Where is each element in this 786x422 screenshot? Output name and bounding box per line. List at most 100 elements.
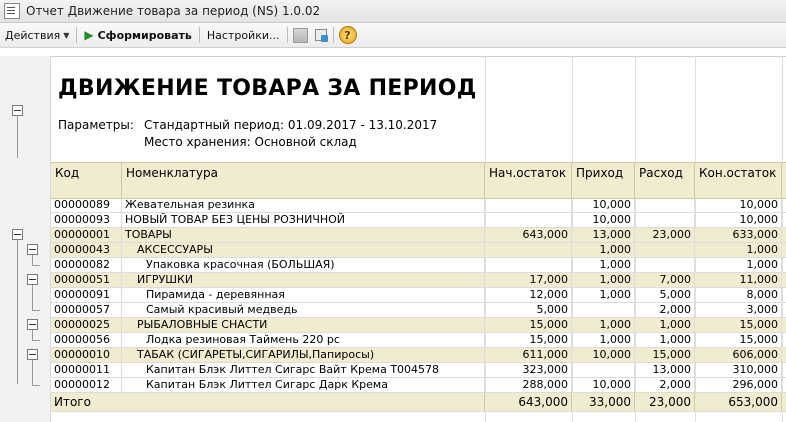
table-row-group[interactable]: 00000043 АКСЕССУАРЫ 1,000 1,000: [51, 243, 786, 258]
table-row-group[interactable]: 00000051 ИГРУШКИ 17,000 1,000 7,000 11,0…: [51, 273, 786, 288]
collapse-goods-icon[interactable]: [12, 229, 23, 240]
settings-button[interactable]: Настройки...: [202, 25, 285, 45]
cell-item: Самый красивый медведь: [122, 303, 485, 317]
cell-item: Жевательная резинка: [122, 198, 485, 212]
toolbar-separator: [332, 27, 334, 43]
period-value: Стандартный период: 01.09.2017 - 13.10.2…: [144, 118, 438, 132]
cell-in: 1,000: [572, 243, 635, 257]
cell-end: 11,000: [695, 273, 782, 287]
table-row[interactable]: 00000091 Пирамида - деревянная 12,000 1,…: [51, 288, 786, 303]
table-row-group[interactable]: 00000001 ТОВАРЫ 643,000 13,000 23,000 63…: [51, 228, 786, 243]
collapse-accessories-icon[interactable]: [27, 244, 38, 255]
group-tree-line: [32, 310, 40, 311]
cell-item: Капитан Блэк Литтел Сигарс Дарк Крема: [122, 378, 485, 392]
cell-end: 10,000: [695, 198, 782, 212]
cell-in: 1,000: [572, 318, 635, 332]
generate-label: Сформировать: [97, 28, 192, 42]
table-row[interactable]: 00000012 Капитан Блэк Литтел Сигарс Дарк…: [51, 378, 786, 393]
cell-end: 1,000: [695, 243, 782, 257]
cell-item: ТОВАРЫ: [122, 228, 485, 242]
cell-end: 3,000: [695, 303, 782, 317]
chevron-down-icon: ▼: [63, 30, 70, 40]
sheet-top-border: [0, 56, 786, 57]
cell-end: 15,000: [695, 333, 782, 347]
cell-item: Лодка резиновая Таймень 220 рс: [122, 333, 485, 347]
collapse-fishing-icon[interactable]: [27, 319, 38, 330]
report-window-icon: [4, 3, 20, 19]
collapse-toys-icon[interactable]: [27, 274, 38, 285]
group-tree-line: [17, 240, 18, 384]
cell-start: 15,000: [485, 318, 572, 332]
group-tree-line: [32, 385, 40, 386]
cell-out: [635, 213, 695, 227]
cell-start: 15,000: [485, 333, 572, 347]
cell-in: 1,000: [572, 288, 635, 302]
table-row[interactable]: 00000011 Капитан Блэк Литтел Сигарс Вайт…: [51, 363, 786, 378]
cell-out: 7,000: [635, 273, 695, 287]
table-row[interactable]: 00000093 НОВЫЙ ТОВАР БЕЗ ЦЕНЫ РОЗНИЧНОЙ …: [51, 213, 786, 228]
cell-in: 1,000: [572, 333, 635, 347]
cell-end: 10,000: [695, 213, 782, 227]
cell-item: АКСЕССУАРЫ: [122, 243, 485, 257]
cell-in: 1,000: [572, 273, 635, 287]
cell-out: 13,000: [635, 363, 695, 377]
table-row[interactable]: 00000056 Лодка резиновая Таймень 220 рс …: [51, 333, 786, 348]
column-header-start-balance: Нач.остаток: [485, 163, 572, 198]
table-row[interactable]: 00000057 Самый красивый медведь 5,000 2,…: [51, 303, 786, 318]
cell-start: 643,000: [485, 228, 572, 242]
table-row[interactable]: 00000082 Упаковка красочная (БОЛЬШАЯ) 1,…: [51, 258, 786, 273]
cell-out: 23,000: [635, 228, 695, 242]
generate-button[interactable]: ▶ Сформировать: [79, 25, 197, 45]
cell-code: 00000091: [51, 288, 122, 302]
report-title: ДВИЖЕНИЕ ТОВАРА ЗА ПЕРИОД: [58, 76, 477, 101]
cell-code: 00000082: [51, 258, 122, 272]
save-variant-icon[interactable]: [292, 27, 308, 43]
actions-menu-button[interactable]: Действия ▼: [0, 25, 74, 45]
total-in: 33,000: [572, 393, 635, 411]
cell-out: 2,000: [635, 303, 695, 317]
cell-start: [485, 213, 572, 227]
cell-code: 00000057: [51, 303, 122, 317]
table-row-group[interactable]: 00000010 ТАБАК (СИГАРЕТЫ,СИГАРИЛЫ,Папиро…: [51, 348, 786, 363]
cell-in: 10,000: [572, 213, 635, 227]
params-label: Параметры:: [58, 118, 134, 132]
cell-code: 00000001: [51, 228, 122, 242]
total-row[interactable]: Итого 643,000 33,000 23,000 653,000: [51, 393, 786, 412]
settings-label: Настройки...: [206, 28, 280, 42]
total-end: 653,000: [695, 393, 782, 411]
cell-end: 1,000: [695, 258, 782, 272]
cell-end: 15,000: [695, 318, 782, 332]
group-tree-line: [32, 255, 33, 265]
cell-end: 310,000: [695, 363, 782, 377]
total-start: 643,000: [485, 393, 572, 411]
table-row[interactable]: 00000089 Жевательная резинка 10,000 10,0…: [51, 198, 786, 213]
actions-label: Действия: [5, 28, 61, 42]
cell-item: Капитан Блэк Литтел Сигарс Вайт Крема Т0…: [122, 363, 485, 377]
table-row-group[interactable]: 00000025 РЫБАЛОВНЫЕ СНАСТИ 15,000 1,000 …: [51, 318, 786, 333]
cell-code: 00000051: [51, 273, 122, 287]
cell-end: 606,000: [695, 348, 782, 362]
cell-start: [485, 258, 572, 272]
total-out: 23,000: [635, 393, 695, 411]
cell-item: НОВЫЙ ТОВАР БЕЗ ЦЕНЫ РОЗНИЧНОЙ: [122, 213, 485, 227]
cell-code: 00000056: [51, 333, 122, 347]
cell-code: 00000093: [51, 213, 122, 227]
title-bar: Отчет Движение товара за период (NS) 1.0…: [0, 0, 786, 23]
cell-code: 00000010: [51, 348, 122, 362]
column-header-expense: Расход: [635, 163, 695, 198]
group-tree-line: [17, 116, 18, 158]
toolbar: Действия ▼ ▶ Сформировать Настройки... ?: [0, 23, 786, 48]
collapse-tobacco-icon[interactable]: [27, 349, 38, 360]
column-header-end-balance: Кон.остаток: [695, 163, 782, 198]
play-icon: ▶: [84, 28, 94, 42]
storage-value: Место хранения: Основной склад: [144, 135, 357, 149]
cell-start: 323,000: [485, 363, 572, 377]
collapse-header-icon[interactable]: [12, 105, 23, 116]
cell-out: 2,000: [635, 378, 695, 392]
group-tree-line: [32, 285, 33, 310]
report-spreadsheet[interactable]: ДВИЖЕНИЕ ТОВАРА ЗА ПЕРИОД Параметры: Ста…: [0, 48, 786, 422]
column-header-income: Приход: [572, 163, 635, 198]
restore-variant-icon[interactable]: [314, 28, 328, 42]
help-icon[interactable]: ?: [338, 26, 357, 44]
cell-item: Пирамида - деревянная: [122, 288, 485, 302]
